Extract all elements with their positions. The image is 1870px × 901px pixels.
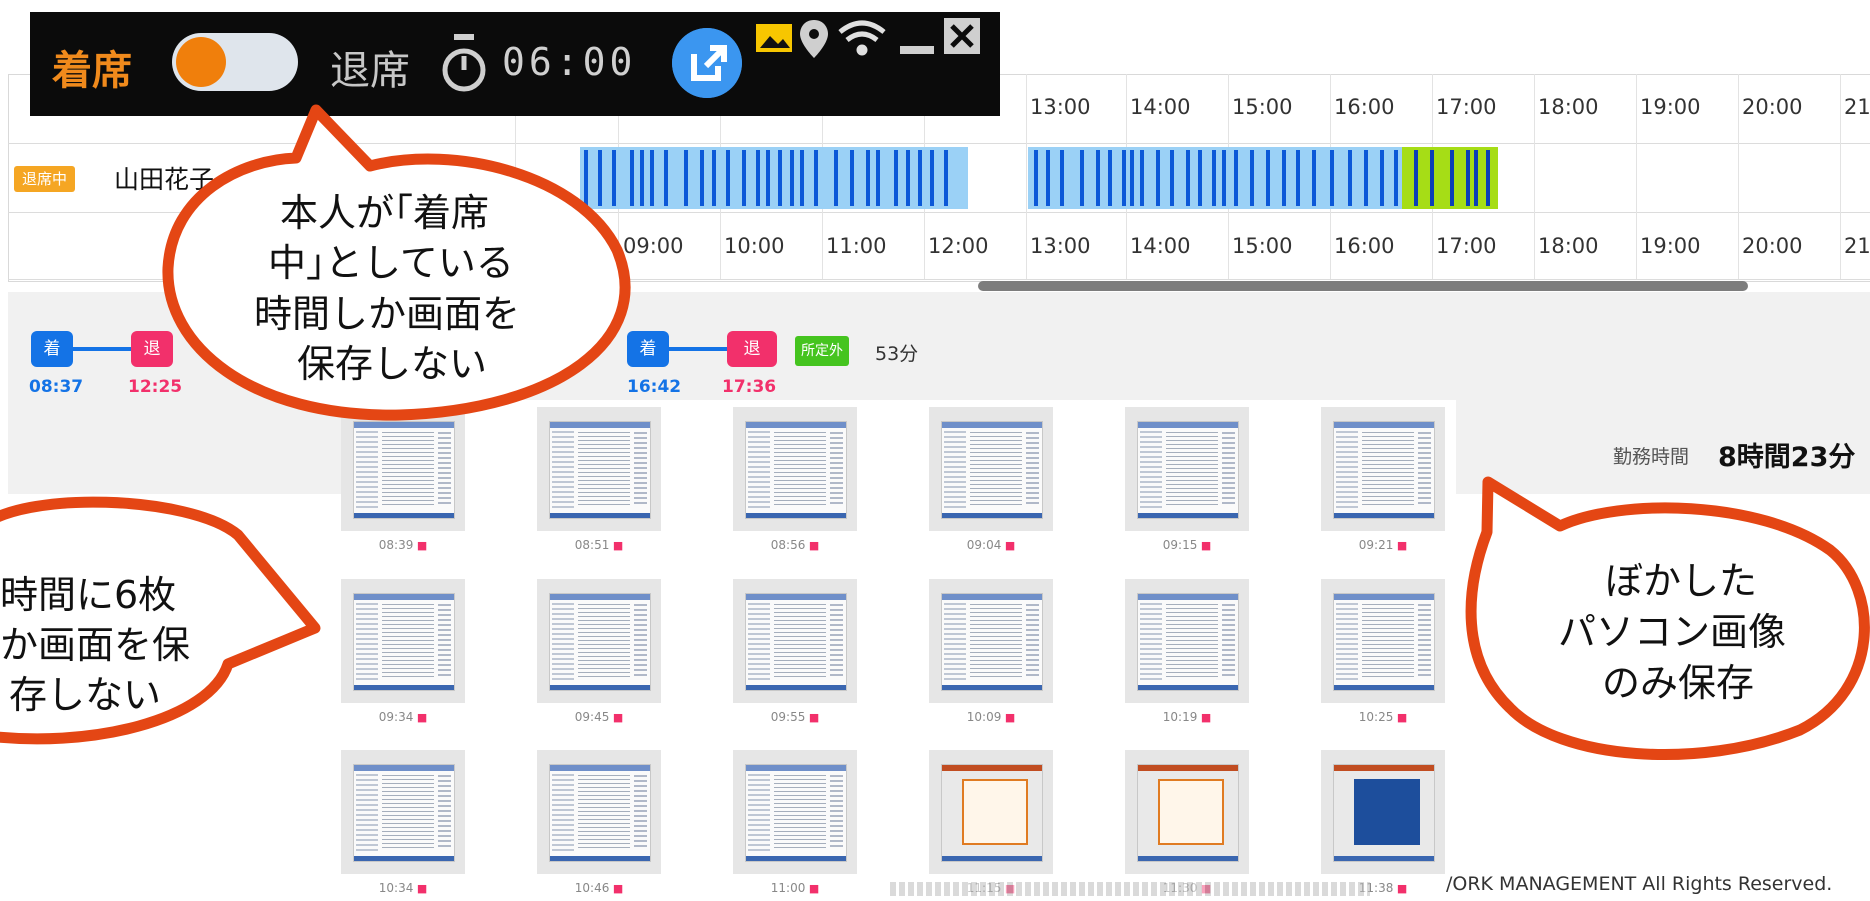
callout-line: 保存しない: [297, 342, 488, 386]
callout-line: パソコン画像: [1558, 610, 1787, 654]
callout-line: 本人が｢着席: [280, 191, 490, 235]
callout-line: 存しない: [9, 673, 162, 717]
callout-line: 時間に6枚: [0, 573, 177, 617]
callout-layer: [0, 104, 1870, 760]
callout-line: 時間しか画面を: [254, 292, 521, 336]
callout-line: のみ保存: [1602, 661, 1755, 705]
callout-line: ぼかした: [1605, 559, 1758, 603]
callout-line: か画面を保: [0, 623, 191, 667]
callout-line: 中｣としている: [268, 241, 514, 285]
